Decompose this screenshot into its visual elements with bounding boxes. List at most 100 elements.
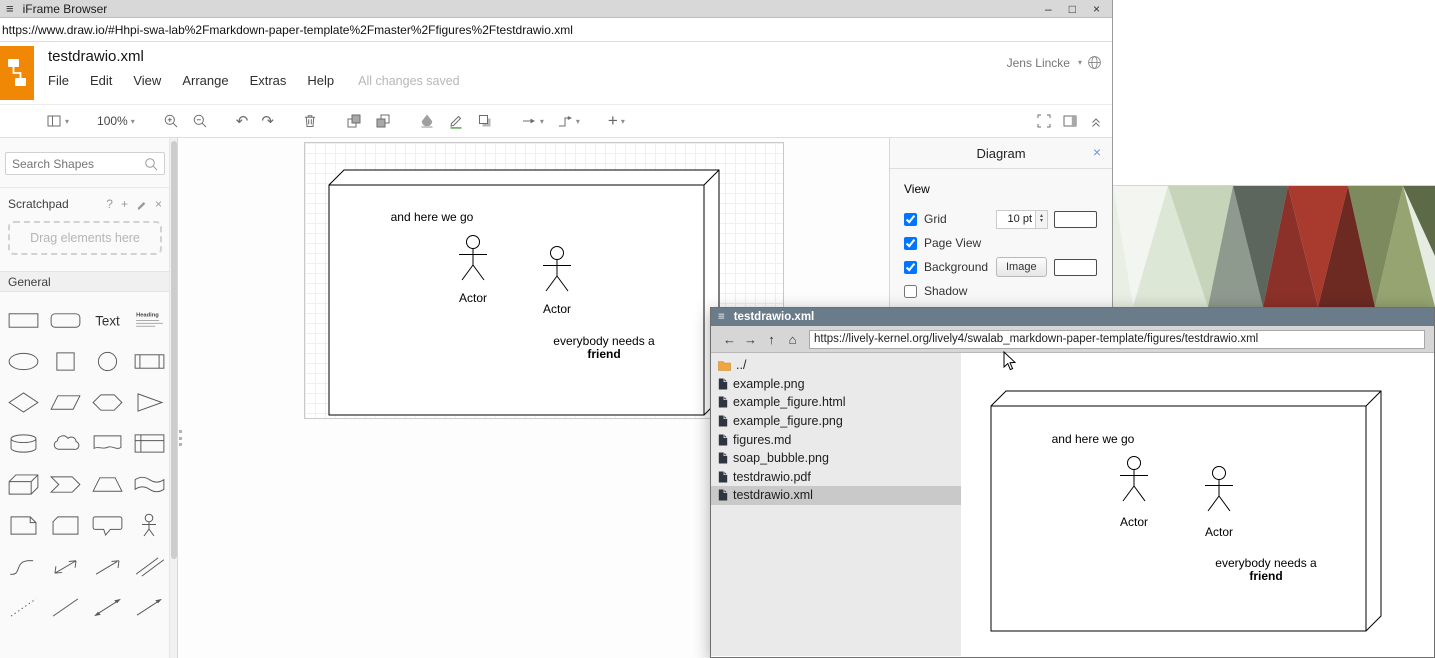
section-general[interactable]: General: [0, 271, 170, 292]
shape-diamond[interactable]: [2, 382, 44, 423]
zoom-out-button[interactable]: [192, 109, 208, 133]
insert-button[interactable]: + ▾: [608, 109, 625, 133]
shape-parallelogram[interactable]: [44, 382, 86, 423]
shape-hexagon[interactable]: [86, 382, 128, 423]
redo-button[interactable]: ↷: [261, 109, 274, 133]
file-item-selected[interactable]: testdrawio.xml: [711, 486, 961, 505]
shape-tape[interactable]: [128, 464, 170, 505]
file-item[interactable]: figures.md: [711, 430, 961, 449]
hamburger-icon[interactable]: ≡: [6, 1, 14, 16]
shape-card[interactable]: [44, 505, 86, 546]
shadow-button[interactable]: [477, 109, 493, 133]
maximize-button[interactable]: □: [1069, 2, 1076, 16]
shape-circle[interactable]: [86, 341, 128, 382]
shape-callout[interactable]: [86, 505, 128, 546]
file-item[interactable]: soap_bubble.png: [711, 449, 961, 468]
undo-button[interactable]: ↶: [236, 109, 249, 133]
shape-link[interactable]: [128, 546, 170, 587]
shape-cylinder[interactable]: [2, 423, 44, 464]
shape-ellipse[interactable]: [2, 341, 44, 382]
file-browser-titlebar[interactable]: ≡ testdrawio.xml: [711, 308, 1434, 326]
window-titlebar[interactable]: ≡ iFrame Browser – □ ×: [0, 0, 1112, 18]
scratchpad-dropzone[interactable]: Drag elements here: [8, 221, 162, 255]
format-close-icon[interactable]: ×: [1093, 144, 1101, 160]
forward-button[interactable]: →: [740, 332, 761, 347]
file-item[interactable]: example_figure.png: [711, 412, 961, 431]
shape-rectangle[interactable]: [2, 300, 44, 341]
home-button[interactable]: ⌂: [782, 332, 803, 347]
shape-text[interactable]: Text: [86, 300, 128, 341]
menu-help[interactable]: Help: [307, 73, 334, 88]
shape-directional-connector[interactable]: [128, 587, 170, 628]
page-view-button[interactable]: ▾: [46, 109, 69, 133]
scratchpad-add-icon[interactable]: +: [121, 197, 128, 211]
zoom-in-button[interactable]: [163, 109, 179, 133]
fill-color-button[interactable]: [419, 109, 435, 133]
shape-internal-storage[interactable]: [128, 423, 170, 464]
shape-process[interactable]: [128, 341, 170, 382]
sidebar-resize-handle[interactable]: [179, 430, 184, 446]
tab-diagram[interactable]: Diagram: [976, 146, 1025, 161]
file-item[interactable]: example_figure.html: [711, 393, 961, 412]
shadow-checkbox[interactable]: [904, 285, 917, 298]
cube-shape[interactable]: and here we go: [329, 170, 719, 415]
grid-size-stepper[interactable]: ▴▾: [1036, 210, 1048, 229]
grid-color-swatch[interactable]: [1054, 211, 1097, 228]
browser-url-field[interactable]: [0, 18, 1112, 42]
up-button[interactable]: ↑: [761, 332, 782, 347]
shape-cube[interactable]: [2, 464, 44, 505]
delete-button[interactable]: [302, 109, 318, 133]
shape-bidirectional-connector[interactable]: [86, 587, 128, 628]
menu-edit[interactable]: Edit: [90, 73, 112, 88]
shape-line[interactable]: [44, 587, 86, 628]
shape-square[interactable]: [44, 341, 86, 382]
shape-arrow[interactable]: [86, 546, 128, 587]
shape-curve[interactable]: [2, 546, 44, 587]
connection-style-button[interactable]: ▾: [521, 109, 544, 133]
menu-view[interactable]: View: [133, 73, 161, 88]
collapse-toolbar-button[interactable]: [1088, 109, 1104, 133]
shape-step[interactable]: [44, 464, 86, 505]
shape-triangle[interactable]: [128, 382, 170, 423]
menu-arrange[interactable]: Arrange: [182, 73, 228, 88]
scratchpad-help-icon[interactable]: ?: [106, 197, 113, 211]
format-panel-toggle[interactable]: [1062, 109, 1078, 133]
file-item[interactable]: example.png: [711, 375, 961, 394]
file-browser-url-field[interactable]: [809, 330, 1425, 349]
shape-textbox[interactable]: Heading: [128, 300, 170, 341]
shape-bidirectional-arrow[interactable]: [44, 546, 86, 587]
background-color-swatch[interactable]: [1054, 259, 1097, 276]
scrollbar-thumb[interactable]: [171, 141, 177, 559]
background-image-button[interactable]: Image: [996, 257, 1047, 277]
grid-checkbox[interactable]: [904, 213, 917, 226]
waypoint-style-button[interactable]: ▾: [557, 109, 580, 133]
hamburger-icon[interactable]: ≡: [718, 311, 725, 323]
grid-size-input[interactable]: 10 pt: [996, 210, 1036, 229]
line-color-button[interactable]: [448, 109, 464, 133]
user-name[interactable]: Jens Lincke: [1007, 56, 1070, 70]
minimize-button[interactable]: –: [1045, 2, 1052, 16]
to-front-button[interactable]: [346, 109, 362, 133]
shape-dashed-line[interactable]: [2, 587, 44, 628]
scratchpad-close-icon[interactable]: ×: [155, 197, 162, 211]
file-item[interactable]: testdrawio.pdf: [711, 468, 961, 487]
shape-rounded-rectangle[interactable]: [44, 300, 86, 341]
shape-cloud[interactable]: [44, 423, 86, 464]
fit-page-button[interactable]: [1036, 109, 1052, 133]
back-button[interactable]: ←: [719, 332, 740, 347]
file-item-parent[interactable]: ../: [711, 356, 961, 375]
search-shapes-input[interactable]: [5, 152, 165, 175]
background-checkbox[interactable]: [904, 261, 917, 274]
shape-actor[interactable]: [128, 505, 170, 546]
close-button[interactable]: ×: [1093, 2, 1100, 16]
shape-note[interactable]: [2, 505, 44, 546]
sidebar-scrollbar[interactable]: [169, 138, 177, 658]
to-back-button[interactable]: [375, 109, 391, 133]
shape-trapezoid[interactable]: [86, 464, 128, 505]
shape-document[interactable]: [86, 423, 128, 464]
page-view-checkbox[interactable]: [904, 237, 917, 250]
language-globe-icon[interactable]: [1087, 55, 1102, 70]
menu-extras[interactable]: Extras: [250, 73, 287, 88]
zoom-select[interactable]: 100% ▾: [97, 109, 135, 133]
scratchpad-edit-icon[interactable]: [136, 199, 147, 210]
